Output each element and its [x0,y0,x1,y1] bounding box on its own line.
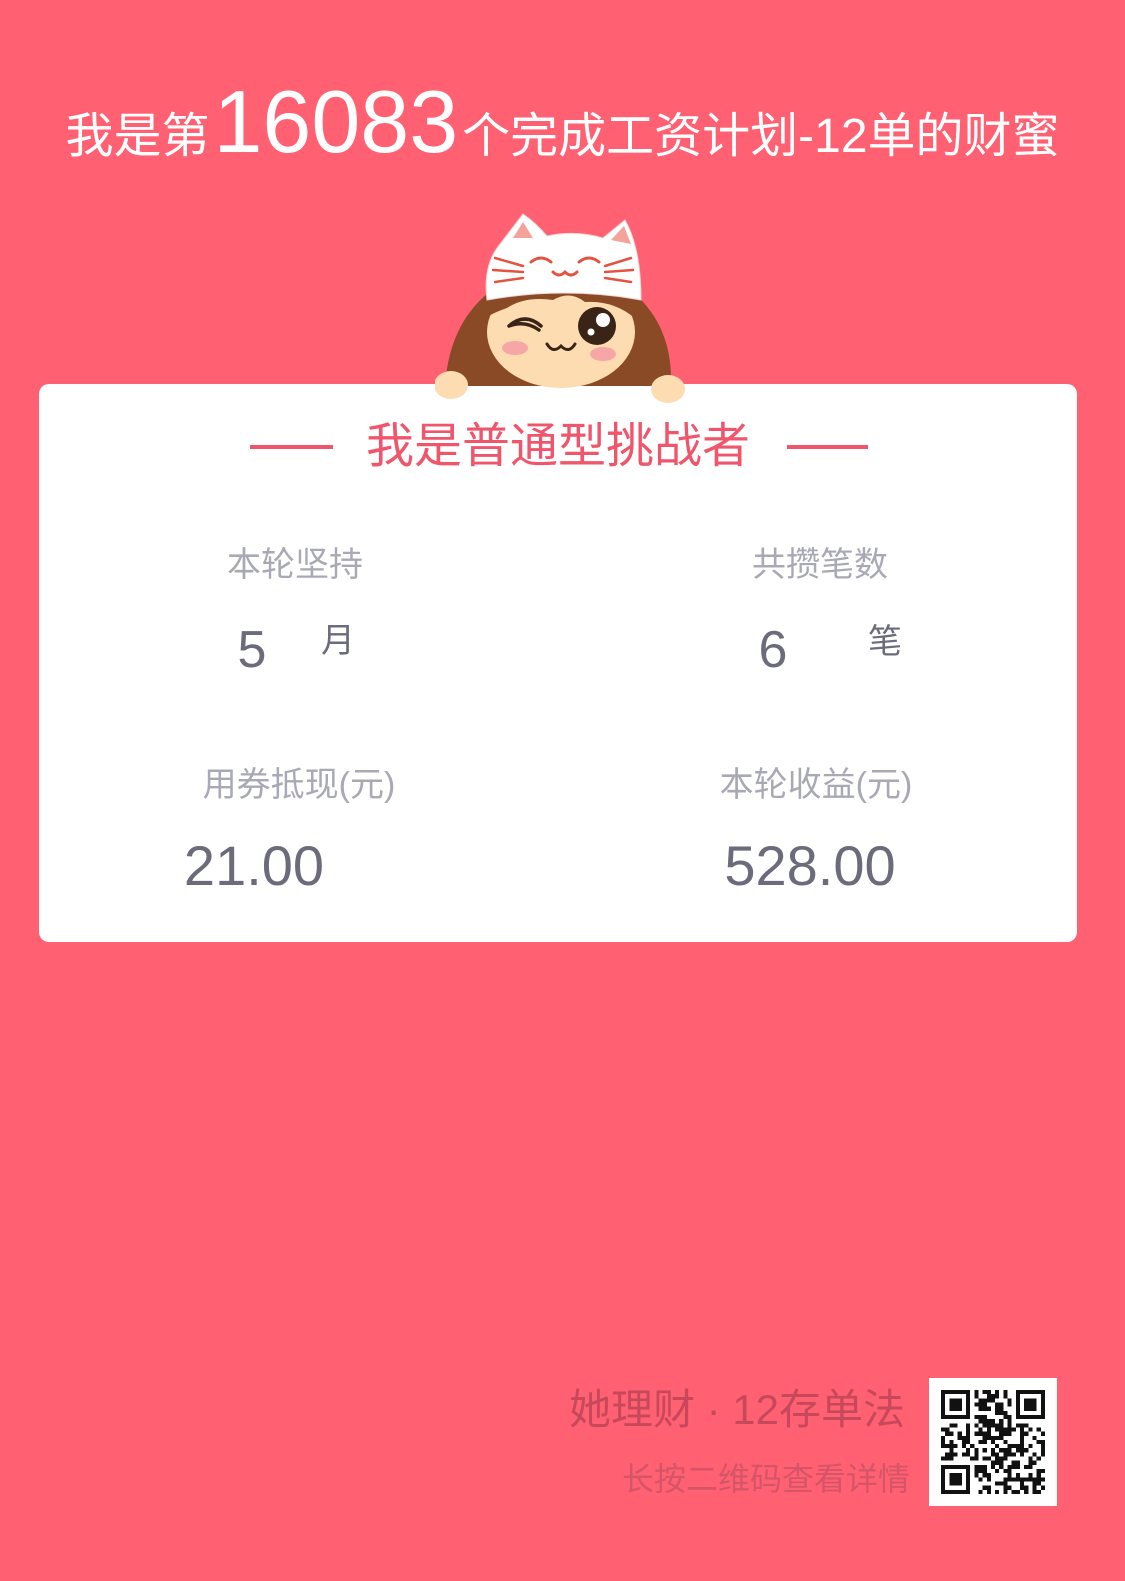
title-prefix: 我是第 [65,110,210,163]
mascot-cheek-right [590,347,616,361]
mascot-cheek-left [502,341,528,355]
stat-count-label: 共攒笔数 [752,546,888,584]
qr-code[interactable] [929,1378,1057,1506]
stat-coupon-label: 用券抵现(元) [202,766,396,804]
stat-months-unit: 月 [321,622,355,660]
stat-earnings-value: 528.00 [724,834,896,897]
poster-title: 我是第 16083 个完成工资计划-12单的财蜜 [0,78,1125,170]
stat-months-value: 5 [237,621,267,679]
stat-count-unit: 笔 [868,623,902,661]
mascot-hand-left [435,371,468,399]
challenge-card: 我是普通型挑战者 本轮坚持 5 月 共攒笔数 6 笔 用券抵现(元) 21.00… [39,384,1077,942]
cat-hat-girl-mascot-icon [435,213,685,403]
stat-months-label: 本轮坚持 [227,546,363,584]
mascot-cat-hat [485,213,642,301]
title-divider-right [787,445,868,449]
qr-hint-text: 长按二维码查看详情 [621,1461,910,1497]
mascot-open-eye [578,307,616,345]
challenger-type-title: 我是普通型挑战者 [365,420,750,473]
stat-count-value: 6 [758,621,788,679]
title-suffix: 个完成工资计划-12单的财蜜 [462,110,1060,163]
qr-modules [941,1390,1045,1494]
stat-earnings-label: 本轮收益(元) [719,766,913,804]
share-poster: 我是第 16083 个完成工资计划-12单的财蜜 我是普通型挑战者 本轮坚持 5… [0,0,1125,1581]
qr-code-icon [941,1390,1045,1494]
stat-coupon-value: 21.00 [183,834,325,897]
rank-number: 16083 [213,72,459,171]
mascot-hand-right [651,375,685,403]
brand-text: 她理财 · 12存单法 [568,1386,905,1433]
